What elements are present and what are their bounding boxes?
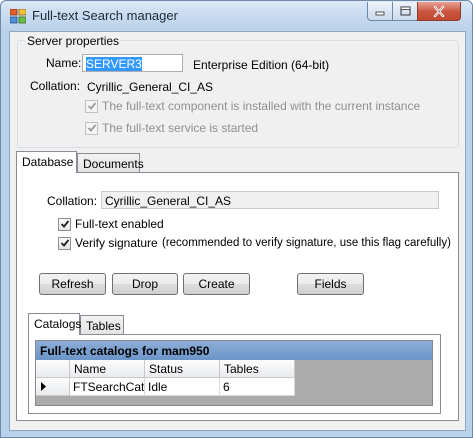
column-header-tables[interactable]: Tables: [220, 360, 295, 378]
service-started-box: [85, 121, 98, 135]
service-started-checkbox: The full-text service is started: [85, 121, 258, 135]
checkmark-icon: [87, 102, 96, 110]
server-collation-value: Cyrillic_General_CI_AS: [87, 80, 214, 94]
column-header-status[interactable]: Status: [145, 360, 220, 378]
grid-corner-header: [36, 360, 70, 378]
fields-button[interactable]: Fields: [297, 273, 364, 295]
server-name-field[interactable]: SERVER3: [82, 54, 183, 72]
verify-signature-checkbox[interactable]: Verify signature: [58, 236, 158, 250]
tab-tables[interactable]: Tables: [80, 315, 124, 335]
grid-caption: Full-text catalogs for mam950: [36, 341, 432, 360]
window-title: Full-text Search manager: [32, 8, 178, 23]
fulltext-enabled-label: Full-text enabled: [75, 217, 164, 231]
create-button[interactable]: Create: [183, 273, 250, 295]
tab-documents[interactable]: Documents: [77, 153, 144, 173]
cell-name[interactable]: FTSearchCat: [70, 378, 145, 396]
component-installed-checkbox: The full-text component is installed wit…: [85, 99, 420, 113]
checkmark-icon: [60, 239, 69, 247]
component-installed-box: [85, 99, 98, 113]
column-header-name[interactable]: Name: [70, 360, 145, 378]
maximize-icon: [400, 6, 410, 16]
verify-signature-box[interactable]: [58, 236, 71, 250]
server-collation-label: Collation:: [30, 79, 81, 93]
server-name-label: Name:: [46, 56, 82, 70]
verify-signature-note: (recommended to verify signature, use th…: [162, 237, 451, 249]
cell-tables[interactable]: 6: [220, 378, 295, 396]
row-header[interactable]: [36, 378, 70, 396]
drop-button[interactable]: Drop: [112, 273, 178, 295]
server-edition-text: Enterprise Edition (64-bit): [193, 58, 330, 72]
checkmark-icon: [60, 220, 69, 228]
maximize-button[interactable]: [392, 2, 418, 21]
tab-catalogs[interactable]: Catalogs: [28, 313, 81, 335]
app-grid-icon: [10, 9, 26, 24]
fulltext-enabled-checkbox[interactable]: Full-text enabled: [58, 217, 164, 231]
cell-status[interactable]: Idle: [145, 378, 220, 396]
catalogs-grid[interactable]: Full-text catalogs for mam950 Name Statu…: [35, 340, 433, 406]
tab-database[interactable]: Database: [16, 151, 77, 173]
refresh-button[interactable]: Refresh: [39, 273, 106, 295]
title-bar[interactable]: Full-text Search manager: [1, 1, 472, 31]
close-icon: [433, 5, 445, 17]
minimize-button[interactable]: [367, 2, 393, 21]
fulltext-enabled-box[interactable]: [58, 217, 71, 231]
db-collation-field: Cyrillic_General_CI_AS: [101, 191, 439, 209]
close-button[interactable]: [417, 2, 461, 21]
component-installed-label: The full-text component is installed wit…: [102, 99, 421, 113]
db-collation-label: Collation:: [47, 194, 98, 208]
server-properties-legend: Server properties: [25, 34, 122, 48]
minimize-icon: [375, 11, 385, 16]
service-started-label: The full-text service is started: [102, 121, 259, 135]
verify-signature-label: Verify signature: [75, 236, 158, 250]
row-pointer-icon: [41, 382, 46, 391]
checkmark-icon: [87, 124, 96, 132]
